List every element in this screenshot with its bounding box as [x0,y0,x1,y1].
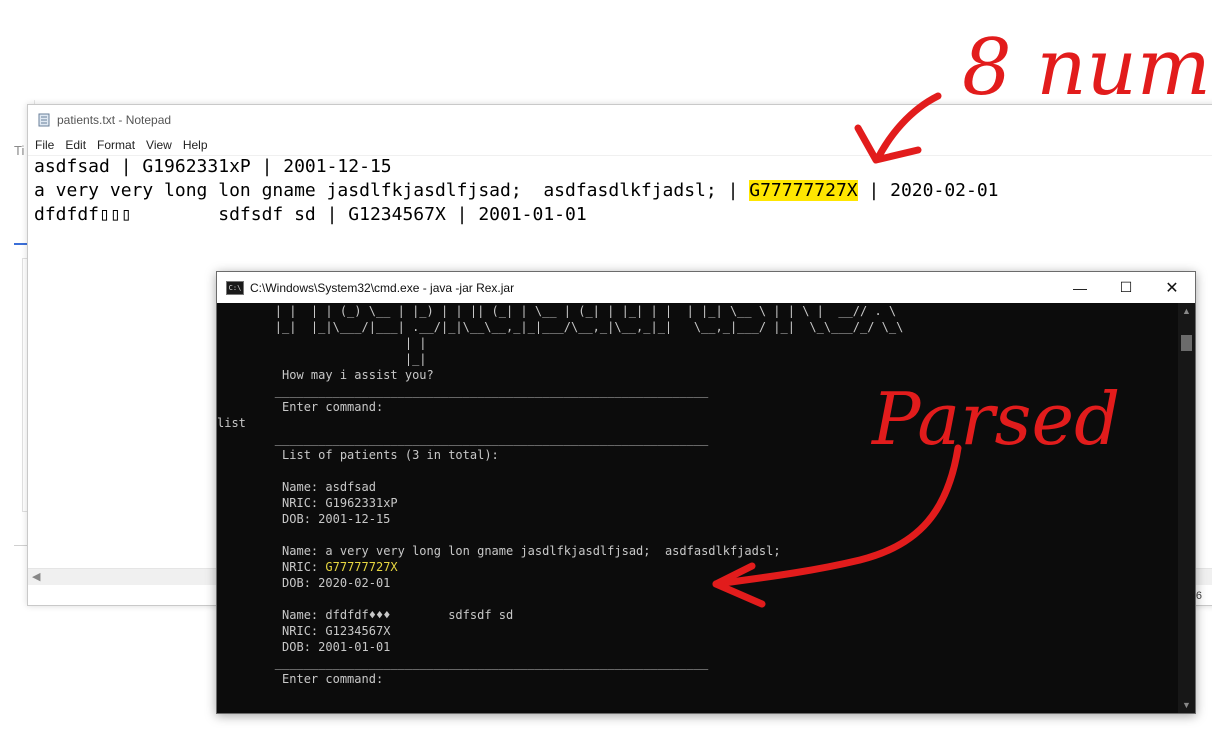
menu-file[interactable]: File [35,138,54,152]
cmd-window[interactable]: C:\ C:\Windows\System32\cmd.exe - java -… [216,271,1196,714]
annotation-8num: 8 num [962,23,1211,113]
highlighted-nric: G77777727X [749,180,858,201]
notepad-titlebar[interactable]: patients.txt - Notepad [28,105,1212,135]
cmd-titlebar[interactable]: C:\ C:\Windows\System32\cmd.exe - java -… [217,272,1195,303]
user-input: list [217,416,246,430]
notepad-title: patients.txt - Notepad [57,113,172,127]
cmd-vertical-scrollbar[interactable]: ▲ ▼ [1178,303,1195,713]
scroll-thumb[interactable] [1181,335,1192,351]
separator: ________________________________________… [274,656,709,670]
maximize-button[interactable]: ☐ [1103,272,1149,303]
notepad-icon [38,113,50,127]
patient-dob: 2020-02-01 [318,576,391,590]
scroll-left-icon[interactable]: ◀ [32,570,40,583]
text-line: asdfsad | G1962331xP | 2001-12-15 [34,156,392,177]
prompt: Enter command: [282,672,384,686]
ascii-art-line: |_| |_|\___/|___| .__/|_|\__\__,_|_|___/… [217,320,904,334]
patient-dob: 2001-12-15 [318,512,391,526]
minimize-button[interactable]: — [1057,272,1103,303]
ascii-art-line: |_| [217,352,427,366]
patient-nric: G1234567X [325,624,391,638]
background-title-fragment: Ti [14,143,25,158]
patient-nric: G1962331xP [325,496,398,510]
separator: ________________________________________… [274,432,709,446]
scroll-up-icon[interactable]: ▲ [1182,306,1191,316]
cmd-console[interactable]: | | | | (_) \__ | |_) | | || (_| | \__ |… [217,303,1178,713]
greeting: How may i assist you? [282,368,434,382]
maximize-icon: ☐ [1119,279,1133,295]
cmd-icon: C:\ [226,280,244,295]
patient-name: a very very long lon gname jasdlfkjasdlf… [325,544,781,558]
prompt: Enter command: [282,400,384,414]
notepad-menubar: File Edit Format View Help [28,135,1212,156]
menu-format[interactable]: Format [97,138,135,152]
text-line: dfdfdf▯▯▯ sdfsdf sd | G1234567X | 2001-0… [34,204,587,225]
patient-name: asdfsad [325,480,376,494]
separator: ________________________________________… [274,384,709,398]
ascii-art-line: | | | | (_) \__ | |_) | | || (_| | \__ |… [217,304,897,318]
list-header: List of patients (3 in total): [282,448,499,462]
menu-help[interactable]: Help [183,138,208,152]
notepad-text-area[interactable]: asdfsad | G1962331xP | 2001-12-15 a very … [34,155,999,227]
close-button[interactable]: ✕ [1149,272,1195,303]
ascii-art-line: | | [217,336,427,350]
menu-view[interactable]: View [146,138,172,152]
menu-edit[interactable]: Edit [65,138,86,152]
text-line: a very very long lon gname jasdlfkjasdlf… [34,180,999,201]
close-icon: ✕ [1165,279,1179,297]
scroll-down-icon[interactable]: ▼ [1182,700,1191,710]
patient-name: dfdfdf♦♦♦ sdfsdf sd [325,608,514,622]
minimize-icon: — [1073,279,1087,296]
patient-nric-highlighted: G77777727X [325,560,398,574]
console-output: | | | | (_) \__ | |_) | | || (_| | \__ |… [217,304,904,686]
cmd-title: C:\Windows\System32\cmd.exe - java -jar … [250,280,515,295]
patient-dob: 2001-01-01 [318,640,391,654]
